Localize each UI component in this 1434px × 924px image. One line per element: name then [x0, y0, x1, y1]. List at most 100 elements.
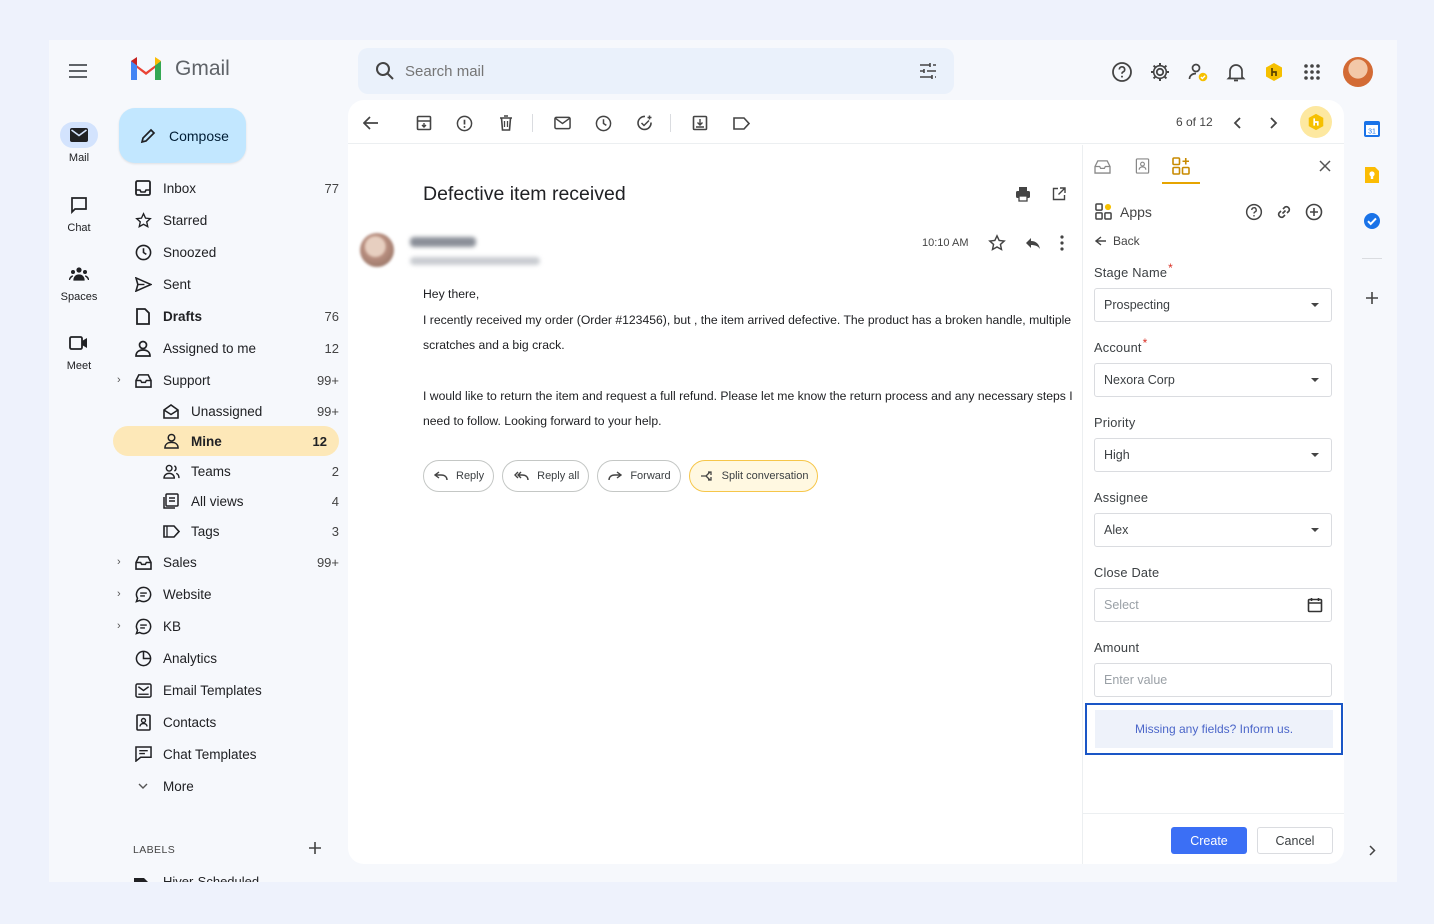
- reply-arrow-icon[interactable]: [1025, 237, 1041, 250]
- amount-input[interactable]: Enter value: [1094, 663, 1332, 697]
- nav-analytics-label: Analytics: [163, 650, 218, 666]
- reply-button[interactable]: Reply: [423, 460, 495, 492]
- person-icon: [161, 431, 181, 451]
- rail-chat[interactable]: Chat: [49, 192, 109, 234]
- add-label-icon[interactable]: [307, 840, 323, 856]
- nav-sent[interactable]: Sent: [123, 268, 339, 300]
- split-conversation-button[interactable]: Split conversation: [688, 460, 819, 492]
- nav-unassigned[interactable]: Unassigned 99+: [123, 396, 339, 426]
- tag-icon: [161, 521, 181, 541]
- more-vertical-icon[interactable]: [1060, 235, 1064, 251]
- star-icon[interactable]: [988, 234, 1006, 252]
- archive-icon[interactable]: [413, 112, 435, 134]
- create-button[interactable]: Create: [1171, 827, 1247, 854]
- priority-select[interactable]: High: [1094, 438, 1332, 472]
- nav-inbox[interactable]: Inbox 77: [123, 172, 339, 204]
- close-date-picker[interactable]: Select: [1094, 588, 1332, 622]
- apps-grid-icon[interactable]: [1299, 59, 1325, 85]
- rail-mail[interactable]: Mail: [49, 122, 109, 164]
- label-item[interactable]: Hiver-Scheduled: [133, 874, 259, 882]
- sender-avatar[interactable]: [360, 233, 394, 267]
- tab-apps-icon[interactable]: [1170, 155, 1192, 177]
- open-in-new-window-icon[interactable]: [1052, 187, 1066, 201]
- reply-all-button[interactable]: Reply all: [502, 460, 590, 492]
- nav-mine-count: 12: [312, 433, 327, 449]
- hiver-extension-icon[interactable]: [1261, 59, 1287, 85]
- nav-snoozed[interactable]: Snoozed: [123, 236, 339, 268]
- add-to-tasks-icon[interactable]: [634, 112, 656, 134]
- move-to-icon[interactable]: [689, 112, 711, 134]
- keep-addon-icon[interactable]: [1361, 164, 1383, 186]
- search-icon[interactable]: [375, 61, 395, 81]
- delete-icon[interactable]: [495, 112, 517, 134]
- report-spam-icon[interactable]: [453, 112, 475, 134]
- nav-sales[interactable]: › Sales 99+: [117, 546, 339, 578]
- notifications-bell-icon[interactable]: [1223, 59, 1249, 85]
- settings-gear-icon[interactable]: [1147, 59, 1173, 85]
- user-status-icon[interactable]: [1185, 59, 1211, 85]
- nav-more[interactable]: More: [123, 770, 339, 802]
- hiver-sidebar-button[interactable]: [1300, 106, 1332, 138]
- nav-starred[interactable]: Starred: [123, 204, 339, 236]
- nav-email-templates[interactable]: Email Templates: [123, 674, 339, 706]
- nav-support[interactable]: › Support 99+: [117, 364, 339, 396]
- nav-teams[interactable]: Teams 2: [123, 456, 339, 486]
- print-icon[interactable]: [1015, 186, 1031, 202]
- snooze-icon[interactable]: [592, 112, 614, 134]
- split-conversation-label: Split conversation: [721, 470, 809, 482]
- next-chevron-icon[interactable]: [1263, 112, 1285, 134]
- close-panel-icon[interactable]: [1314, 155, 1336, 177]
- sender-email-redacted: [410, 257, 540, 265]
- add-circle-icon[interactable]: [1305, 203, 1323, 221]
- message-toolbar: 6 of 12: [348, 100, 1344, 144]
- nav-assigned-to-me[interactable]: Assigned to me 12: [123, 332, 339, 364]
- assignee-select[interactable]: Alex: [1094, 513, 1332, 547]
- back-arrow-icon[interactable]: [360, 112, 382, 134]
- nav-kb[interactable]: › KB: [117, 610, 339, 642]
- nav-analytics[interactable]: Analytics: [123, 642, 339, 674]
- expand-side-panel-icon[interactable]: [1361, 839, 1383, 861]
- search-input[interactable]: [405, 62, 885, 80]
- account-avatar[interactable]: [1343, 57, 1373, 87]
- rail-spaces[interactable]: Spaces: [49, 261, 109, 303]
- stage-name-select[interactable]: Prospecting: [1094, 288, 1332, 322]
- nav-all-views[interactable]: All views 4: [123, 486, 339, 516]
- folder-nav: Inbox 77 Starred Snoozed Sent Drafts 76 …: [113, 172, 339, 802]
- nav-email-templates-label: Email Templates: [163, 682, 262, 698]
- nav-drafts[interactable]: Drafts 76: [123, 300, 339, 332]
- expand-chevron-icon[interactable]: ›: [117, 374, 121, 386]
- missing-fields-link[interactable]: Missing any fields? Inform us.: [1095, 710, 1333, 748]
- help-icon[interactable]: [1109, 59, 1135, 85]
- tab-inbox-icon[interactable]: [1091, 155, 1113, 177]
- help-icon[interactable]: [1245, 203, 1263, 221]
- nav-website[interactable]: › Website: [117, 578, 339, 610]
- nav-tags[interactable]: Tags 3: [123, 516, 339, 546]
- nav-chat-templates[interactable]: Chat Templates: [123, 738, 339, 770]
- gmail-logo[interactable]: Gmail: [129, 56, 230, 82]
- main-menu-icon[interactable]: [65, 58, 91, 84]
- tasks-addon-icon[interactable]: [1361, 210, 1383, 232]
- link-icon[interactable]: [1275, 203, 1293, 221]
- account-select[interactable]: Nexora Corp: [1094, 363, 1332, 397]
- search-options-icon[interactable]: [918, 61, 938, 81]
- search-bar[interactable]: [358, 48, 954, 94]
- get-addons-icon[interactable]: [1361, 287, 1383, 309]
- tab-contact-icon[interactable]: [1131, 155, 1153, 177]
- rail-meet[interactable]: Meet: [49, 330, 109, 372]
- compose-button[interactable]: Compose: [119, 108, 246, 163]
- previous-chevron-icon[interactable]: [1226, 112, 1248, 134]
- nav-mine[interactable]: Mine 12: [113, 426, 339, 456]
- forward-button[interactable]: Forward: [597, 460, 681, 492]
- cancel-button[interactable]: Cancel: [1257, 827, 1333, 854]
- expand-chevron-icon[interactable]: ›: [117, 588, 121, 600]
- calendar-icon[interactable]: [1307, 597, 1323, 613]
- labels-header: LABELS: [133, 844, 176, 856]
- expand-chevron-icon[interactable]: ›: [117, 556, 121, 568]
- expand-chevron-icon[interactable]: ›: [117, 620, 121, 632]
- nav-contacts[interactable]: Contacts: [123, 706, 339, 738]
- mark-unread-icon[interactable]: [551, 112, 573, 134]
- back-link[interactable]: Back: [1095, 234, 1140, 248]
- label-icon[interactable]: [730, 112, 752, 134]
- calendar-addon-icon[interactable]: 31: [1361, 118, 1383, 140]
- nav-inbox-count: 77: [324, 180, 339, 196]
